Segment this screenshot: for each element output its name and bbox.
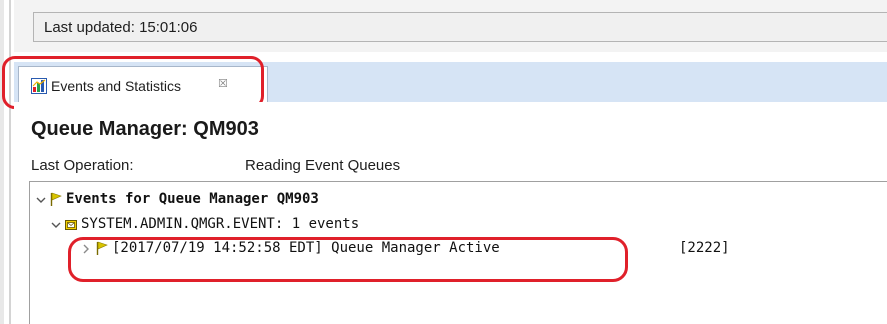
tree-row-event[interactable]: [2017/07/19 14:52:58 EDT] Queue Manager … xyxy=(30,239,880,259)
last-updated-text: Last updated: 15:01:06 xyxy=(44,19,198,36)
page-title: Queue Manager: QM903 xyxy=(31,118,259,140)
chevron-right-icon[interactable] xyxy=(80,243,92,255)
chevron-down-icon[interactable] xyxy=(35,194,47,206)
tab-events-and-statistics[interactable]: Events and Statistics ☒ xyxy=(18,66,268,102)
tab-label: Events and Statistics xyxy=(51,78,181,94)
event-code: [2222] xyxy=(679,240,730,256)
tree-queue-label: SYSTEM.ADMIN.QMGR.EVENT: 1 events xyxy=(81,216,360,232)
chart-icon xyxy=(31,78,47,94)
event-tree[interactable]: Events for Queue Manager QM903 SYSTEM.AD… xyxy=(29,181,887,324)
message-queue-icon xyxy=(65,220,77,230)
view-tabbar: Events and Statistics ☒ xyxy=(14,62,887,103)
tree-row-queue[interactable]: SYSTEM.ADMIN.QMGR.EVENT: 1 events xyxy=(30,215,880,235)
view-separator xyxy=(9,0,11,324)
flag-icon xyxy=(50,192,62,206)
last-operation-value: Reading Event Queues xyxy=(245,157,401,174)
tree-root-label: Events for Queue Manager QM903 xyxy=(66,191,319,207)
close-icon[interactable]: ☒ xyxy=(218,77,228,90)
chevron-down-icon[interactable] xyxy=(50,219,62,231)
tree-event-label: [2017/07/19 14:52:58 EDT] Queue Manager … xyxy=(112,240,500,256)
tree-row-root[interactable]: Events for Queue Manager QM903 xyxy=(30,190,880,210)
flag-icon xyxy=(96,241,108,255)
last-operation-label: Last Operation: xyxy=(31,157,134,174)
window-left-edge xyxy=(0,0,4,324)
last-updated-field: Last updated: 15:01:06 xyxy=(33,12,887,42)
